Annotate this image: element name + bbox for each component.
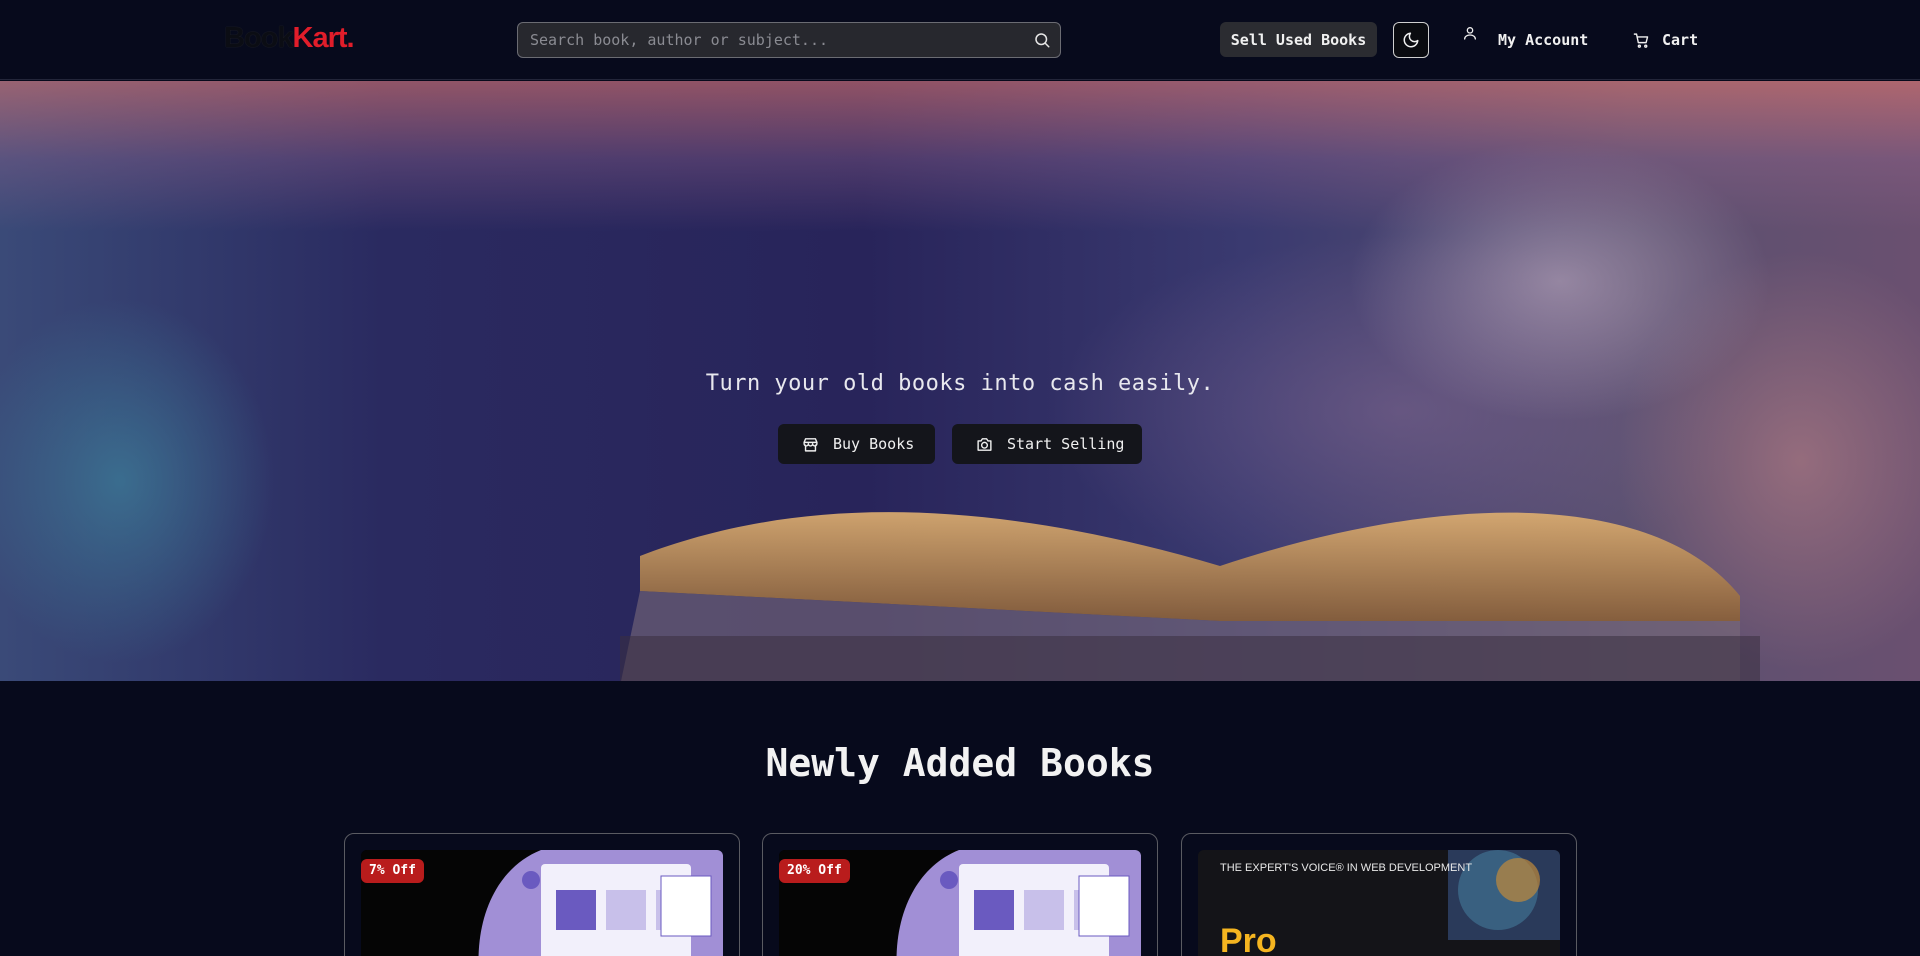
logo-part-kart: Kart. xyxy=(292,22,355,54)
logo[interactable]: BookKart. xyxy=(224,20,355,56)
site-header: BookKart. Sell Used Books My Account Car… xyxy=(0,0,1920,80)
search-icon[interactable] xyxy=(1033,31,1051,49)
my-account-label: My Account xyxy=(1498,31,1589,49)
theme-toggle-button[interactable] xyxy=(1393,22,1429,58)
hero-tagline: Turn your old books into cash easily. xyxy=(705,371,1215,396)
store-icon xyxy=(803,437,818,452)
camera-icon xyxy=(977,437,992,451)
book-card[interactable]: THE EXPERT'S VOICE® IN WEB DEVELOPMENT P… xyxy=(1181,833,1577,956)
cover-series-line: THE EXPERT'S VOICE® IN WEB DEVELOPMENT xyxy=(1220,862,1473,874)
book-cover-image: THE EXPERT'S VOICE® IN WEB DEVELOPMENT P… xyxy=(1198,850,1560,956)
user-icon xyxy=(1464,27,1476,40)
book-card[interactable]: 7% Off xyxy=(344,833,740,956)
open-book-image xyxy=(620,512,1760,681)
discount-badge: 20% Off xyxy=(779,859,850,883)
cart-link[interactable]: Cart xyxy=(1633,22,1698,58)
cart-icon xyxy=(1633,32,1649,48)
logo-part-book: Book xyxy=(224,22,293,54)
cart-label: Cart xyxy=(1662,31,1699,49)
start-selling-label: Start Selling xyxy=(1007,435,1125,453)
buy-books-button[interactable]: Buy Books xyxy=(778,424,935,464)
hero-banner: Turn your old books into cash easily. Bu… xyxy=(0,81,1920,681)
sell-used-books-button[interactable]: Sell Used Books xyxy=(1220,22,1377,57)
discount-badge: 7% Off xyxy=(361,859,424,883)
buy-books-label: Buy Books xyxy=(833,435,915,453)
search-bar xyxy=(517,22,1061,58)
section-title-newly-added: Newly Added Books xyxy=(765,741,1155,785)
cover-title: Pro xyxy=(1220,922,1277,956)
start-selling-button[interactable]: Start Selling xyxy=(952,424,1142,464)
moon-icon xyxy=(1403,32,1419,48)
book-card[interactable]: 20% Off xyxy=(762,833,1158,956)
search-input[interactable] xyxy=(518,23,1018,57)
my-account-link[interactable]: My Account xyxy=(1462,22,1588,58)
